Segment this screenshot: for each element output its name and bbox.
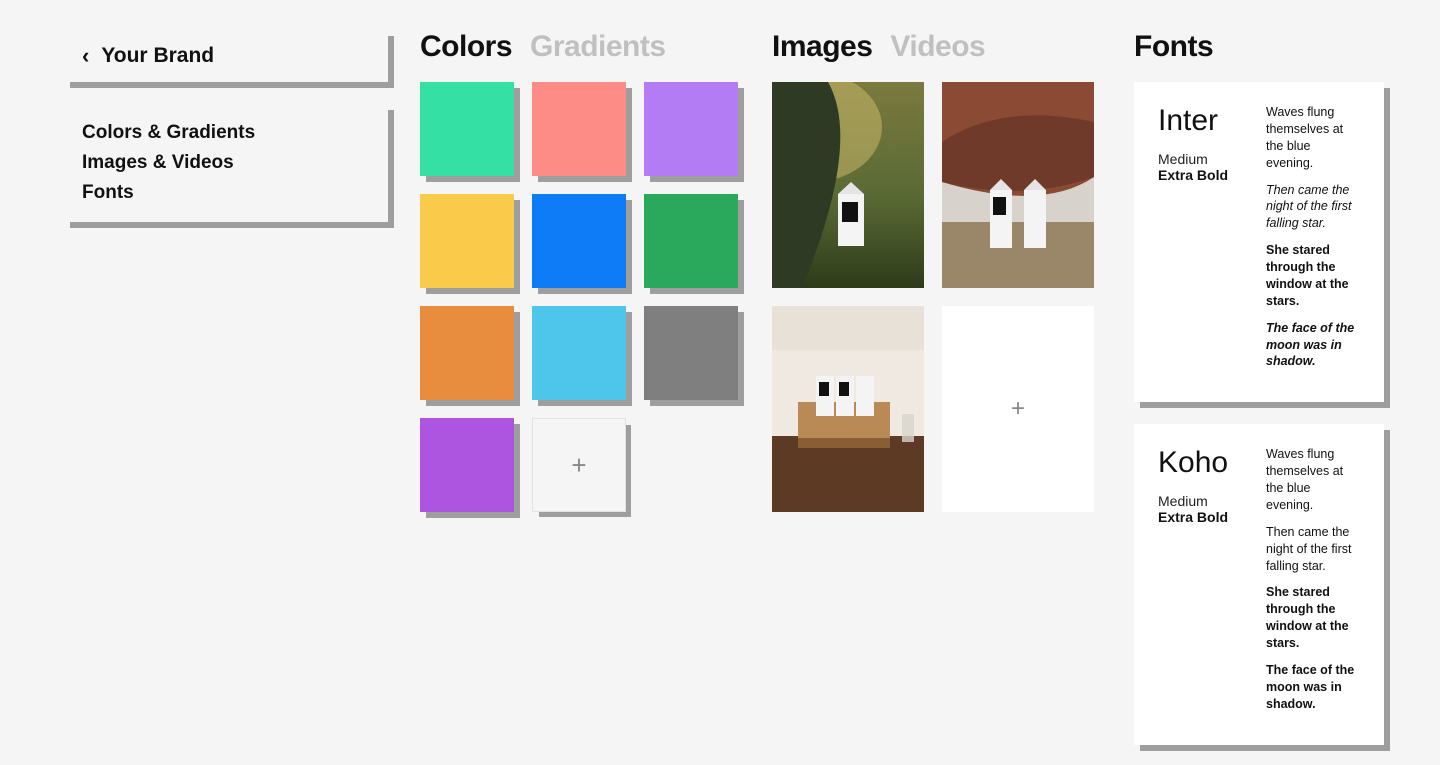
plus-icon: + xyxy=(571,450,586,481)
tab-colors[interactable]: Colors xyxy=(420,30,512,64)
font-card[interactable]: Inter MediumExtra Bold Waves flung themsel… xyxy=(1134,82,1384,402)
tab-gradients[interactable]: Gradients xyxy=(530,30,666,64)
fonts-heading: Fonts xyxy=(1134,30,1213,64)
image-thumbnail[interactable] xyxy=(772,306,924,512)
tab-images[interactable]: Images xyxy=(772,30,872,64)
sidebar-header[interactable]: ‹ Your Brand xyxy=(64,30,388,82)
font-card[interactable]: Koho MediumExtra Bold Waves flung themselv… xyxy=(1134,424,1384,744)
color-swatch[interactable] xyxy=(532,82,626,176)
font-weight-label: Medium xyxy=(1158,493,1236,509)
add-image-button[interactable]: + xyxy=(942,306,1094,512)
chevron-left-icon[interactable]: ‹ xyxy=(82,45,89,67)
font-name: Inter xyxy=(1158,104,1236,137)
add-color-button[interactable]: + xyxy=(532,418,626,512)
fonts-column: Fonts InterMediumExtra BoldWaves flung t… xyxy=(1134,30,1384,745)
font-weight-label: Extra Bold xyxy=(1158,167,1236,183)
font-list: InterMediumExtra BoldWaves flung themsel… xyxy=(1134,82,1384,745)
color-swatch[interactable] xyxy=(420,306,514,400)
image-thumbnail[interactable] xyxy=(772,82,924,288)
color-swatch[interactable] xyxy=(644,82,738,176)
color-swatch[interactable] xyxy=(644,194,738,288)
swatch-grid: + xyxy=(420,82,740,512)
color-swatch[interactable] xyxy=(420,418,514,512)
font-weight-label: Extra Bold xyxy=(1158,509,1236,525)
sidebar-menu: Colors & Gradients Images & Videos Fonts xyxy=(64,104,388,222)
sidebar: ‹ Your Brand Colors & Gradients Images &… xyxy=(64,30,388,222)
color-swatch[interactable] xyxy=(532,306,626,400)
sidebar-item-colors-gradients[interactable]: Colors & Gradients xyxy=(82,118,370,148)
font-sample-text: Waves flung themselves at the blue eveni… xyxy=(1266,104,1360,380)
images-column: Images Videos xyxy=(772,30,1102,512)
plus-icon: + xyxy=(1011,395,1025,423)
image-grid: + xyxy=(772,82,1102,512)
brand-title: Your Brand xyxy=(101,44,214,68)
color-swatch[interactable] xyxy=(532,194,626,288)
color-swatch[interactable] xyxy=(420,194,514,288)
colors-column: Colors Gradients + xyxy=(420,30,740,512)
color-swatch[interactable] xyxy=(644,306,738,400)
image-thumbnail[interactable] xyxy=(942,82,1094,288)
tab-videos[interactable]: Videos xyxy=(890,30,985,64)
font-sample-text: Waves flung themselves at the blue eveni… xyxy=(1266,446,1360,722)
font-name: Koho xyxy=(1158,446,1236,479)
color-swatch[interactable] xyxy=(420,82,514,176)
sidebar-item-fonts[interactable]: Fonts xyxy=(82,178,370,208)
sidebar-item-images-videos[interactable]: Images & Videos xyxy=(82,148,370,178)
font-weight-label: Medium xyxy=(1158,151,1236,167)
